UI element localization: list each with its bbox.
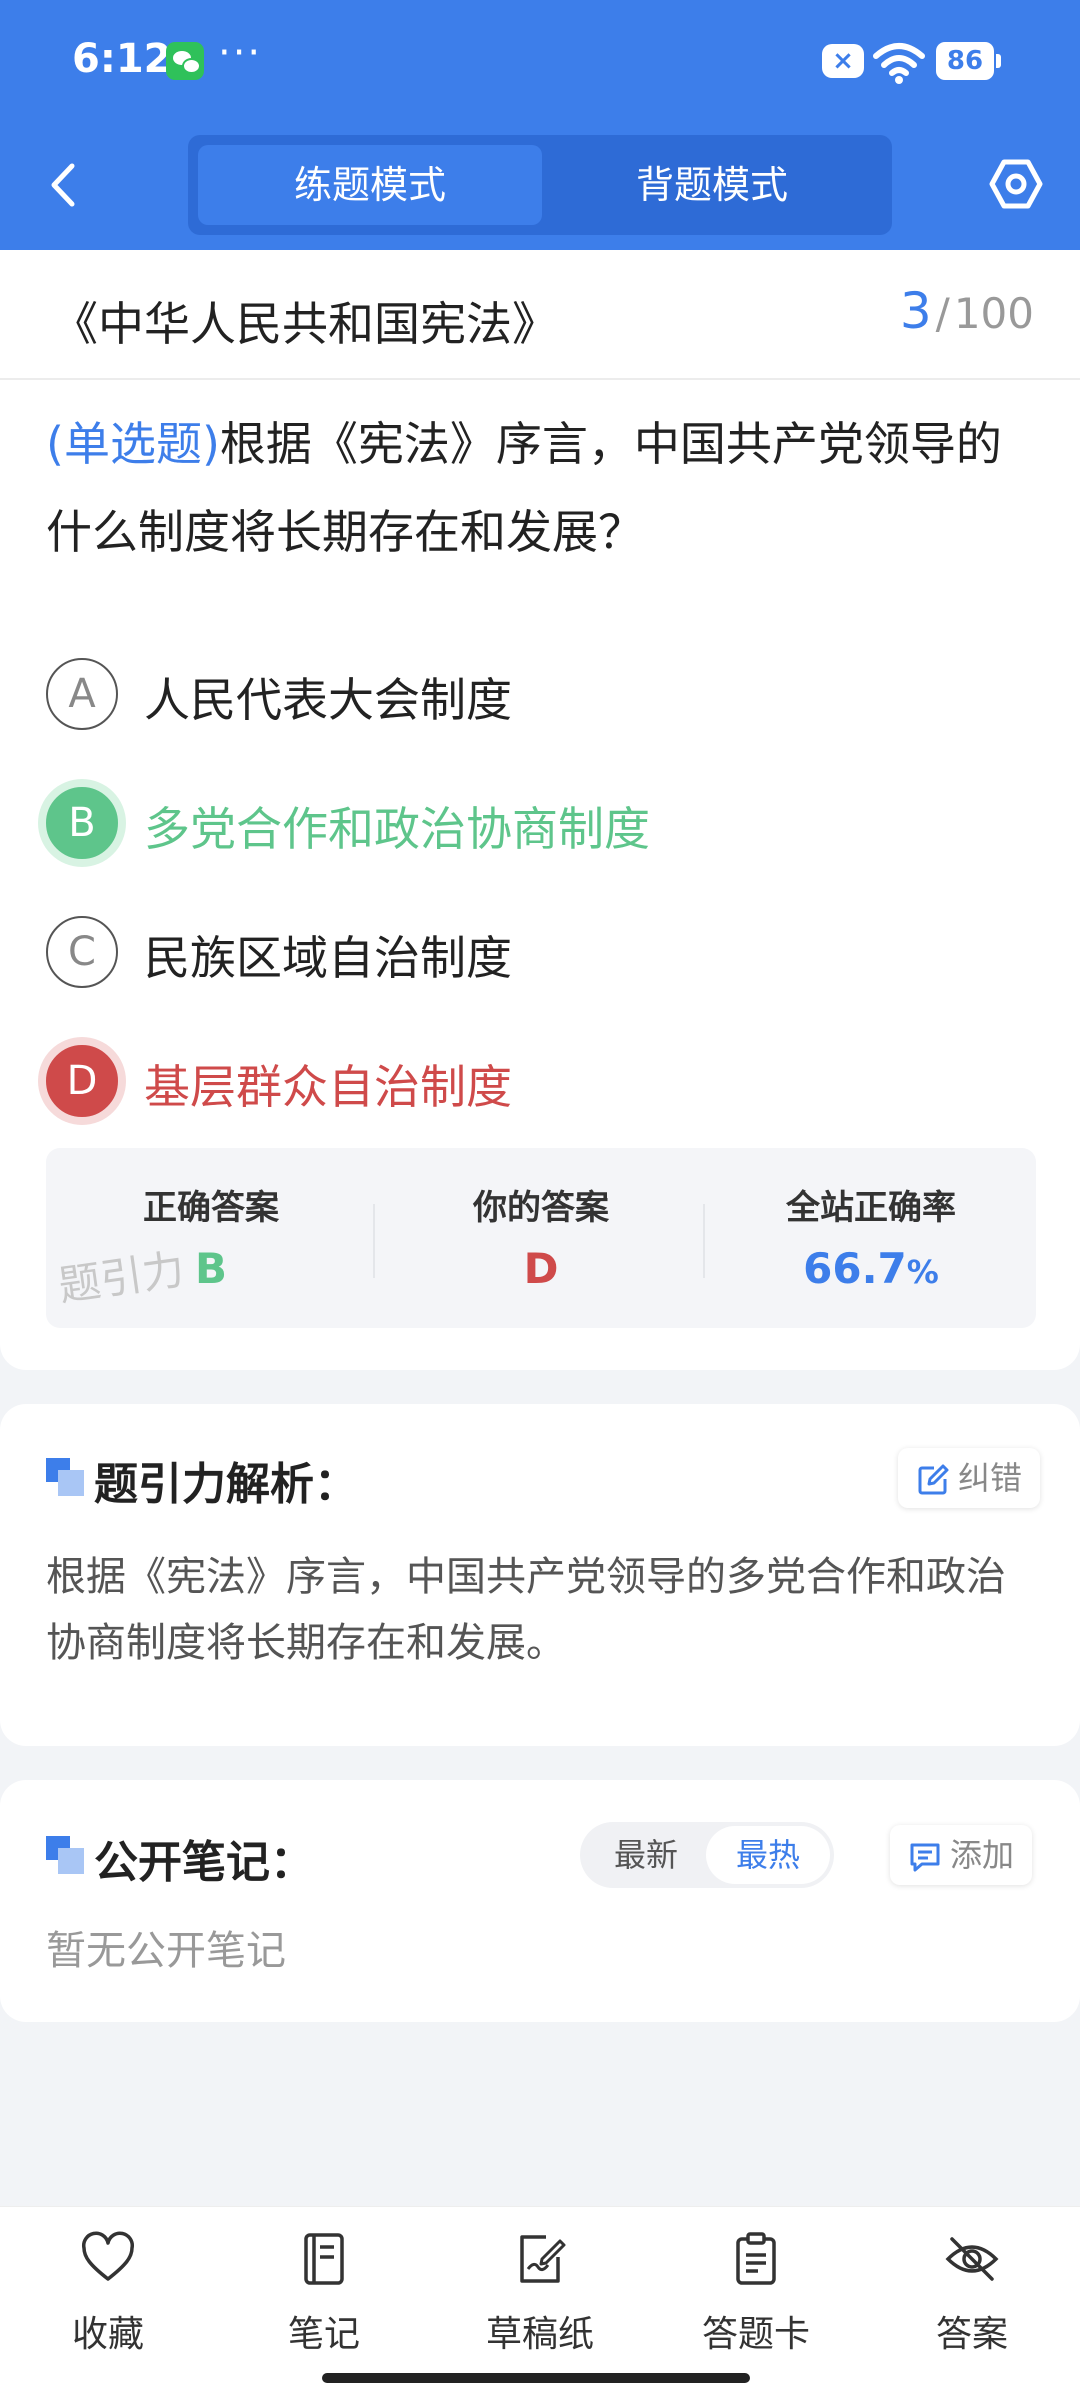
- option-text: 多党合作和政治协商制度: [144, 802, 650, 856]
- correct-answer-label: 正确答案: [143, 1188, 279, 1228]
- accuracy-number: 66.7: [803, 1244, 907, 1293]
- analysis-card: 题引力解析： 纠错 根据《宪法》序言，中国共产党领导的多党合作和政治协商制度将长…: [0, 1404, 1080, 1746]
- favorite-label: 收藏: [71, 2314, 144, 2355]
- section-icon: [46, 1836, 84, 1874]
- home-indicator: [322, 2373, 750, 2383]
- bottom-toolbar: 收藏 笔记 草稿纸 答题卡 答案: [0, 2206, 1080, 2400]
- analysis-text: 根据《宪法》序言，中国共产党领导的多党合作和政治协商制度将长期存在和发展。: [46, 1554, 1006, 1666]
- option-letter: C: [46, 916, 118, 988]
- draft-paper-button[interactable]: 草稿纸: [460, 2231, 620, 2361]
- option-a[interactable]: A 人民代表大会制度: [46, 658, 1046, 734]
- more-notifications-icon: ···: [218, 30, 263, 76]
- question-progress[interactable]: 3/100: [900, 282, 1034, 340]
- option-text: 民族区域自治制度: [144, 931, 512, 985]
- option-b[interactable]: B 多党合作和政治协商制度: [46, 787, 1046, 863]
- heart-icon: [82, 2231, 134, 2281]
- status-time: 6:12: [72, 36, 172, 82]
- settings-icon[interactable]: [988, 156, 1044, 212]
- status-bar: 6:12 ··· × 86: [0, 30, 1080, 96]
- analysis-title: 题引力解析：: [94, 1459, 358, 1510]
- battery-indicator: 86: [936, 42, 1001, 80]
- show-answer-label: 答案: [935, 2314, 1008, 2355]
- option-text: 人民代表大会制度: [144, 673, 512, 727]
- notes-card: 公开笔记： 最新 最热 添加 暂无公开笔记: [0, 1780, 1080, 2022]
- option-d[interactable]: D 基层群众自治制度: [46, 1045, 1046, 1121]
- add-note-button[interactable]: 添加: [890, 1825, 1033, 1885]
- data-off-icon: ×: [822, 44, 864, 78]
- favorite-button[interactable]: 收藏: [28, 2231, 188, 2361]
- notes-title: 公开笔记：: [94, 1837, 314, 1888]
- divider: [703, 1204, 705, 1278]
- eye-off-icon: [945, 2237, 999, 2281]
- your-answer: 你的答案 D: [376, 1148, 706, 1328]
- your-answer-label: 你的答案: [473, 1188, 609, 1228]
- top-bar: 6:12 ··· × 86 练题模式 背题模式: [0, 0, 1080, 250]
- tab-memorize-mode[interactable]: 背题模式: [540, 145, 884, 225]
- report-error-label: 纠错: [958, 1459, 1023, 1497]
- wechat-icon: [166, 42, 204, 80]
- show-answer-button[interactable]: 答案: [892, 2231, 1052, 2361]
- book-title: 《中华人民共和国宪法》: [52, 297, 558, 351]
- draft-paper-label: 草稿纸: [485, 2314, 594, 2355]
- answer-sheet-button[interactable]: 答题卡: [676, 2231, 836, 2361]
- site-accuracy-value: 66.7%: [706, 1244, 1036, 1293]
- section-icon: [46, 1458, 84, 1496]
- edit-icon: [918, 1464, 949, 1495]
- wifi-icon: [873, 43, 925, 84]
- answer-summary: 正确答案 B 你的答案 D 全站正确率 66.7% 题引力: [46, 1148, 1036, 1328]
- your-answer-value: D: [523, 1244, 559, 1293]
- notes-label: 笔记: [287, 2314, 360, 2355]
- site-accuracy: 全站正确率 66.7%: [706, 1148, 1036, 1328]
- option-c[interactable]: C 民族区域自治制度: [46, 916, 1046, 992]
- sort-hottest[interactable]: 最热: [706, 1826, 830, 1884]
- option-letter: D: [46, 1045, 118, 1117]
- empty-notes-text: 暂无公开笔记: [46, 1928, 286, 1974]
- notes-button[interactable]: 笔记: [244, 2231, 404, 2361]
- notebook-icon: [304, 2233, 344, 2285]
- notes-sort-switch: 最新 最热: [580, 1822, 834, 1888]
- sort-newest[interactable]: 最新: [584, 1826, 708, 1884]
- question-header: 《中华人民共和国宪法》 3/100: [0, 250, 1080, 380]
- mode-switch: 练题模式 背题模式: [188, 135, 892, 235]
- answer-sheet-label: 答题卡: [701, 2314, 810, 2355]
- add-note-label: 添加: [950, 1836, 1015, 1874]
- question-type: (单选题): [46, 417, 220, 471]
- report-error-button[interactable]: 纠错: [898, 1448, 1041, 1508]
- total-question-count: 100: [953, 289, 1034, 338]
- current-question-number: 3: [899, 282, 932, 340]
- option-text: 基层群众自治制度: [144, 1060, 512, 1114]
- accuracy-unit: %: [906, 1253, 939, 1291]
- site-accuracy-label: 全站正确率: [786, 1188, 956, 1228]
- comment-icon: [910, 1843, 940, 1872]
- back-button[interactable]: [40, 158, 88, 212]
- question-card: 《中华人民共和国宪法》 3/100 (单选题)根据《宪法》序言，中国共产党领导的…: [0, 250, 1080, 1370]
- clipboard-icon: [736, 2232, 776, 2285]
- question-text: (单选题)根据《宪法》序言，中国共产党领导的什么制度将长期存在和发展？: [46, 400, 1036, 576]
- progress-separator: /: [935, 289, 950, 338]
- divider: [373, 1204, 375, 1278]
- tab-practice-mode[interactable]: 练题模式: [198, 145, 542, 225]
- draft-icon: [520, 2235, 566, 2283]
- option-letter: B: [46, 787, 118, 859]
- option-letter: A: [46, 658, 118, 730]
